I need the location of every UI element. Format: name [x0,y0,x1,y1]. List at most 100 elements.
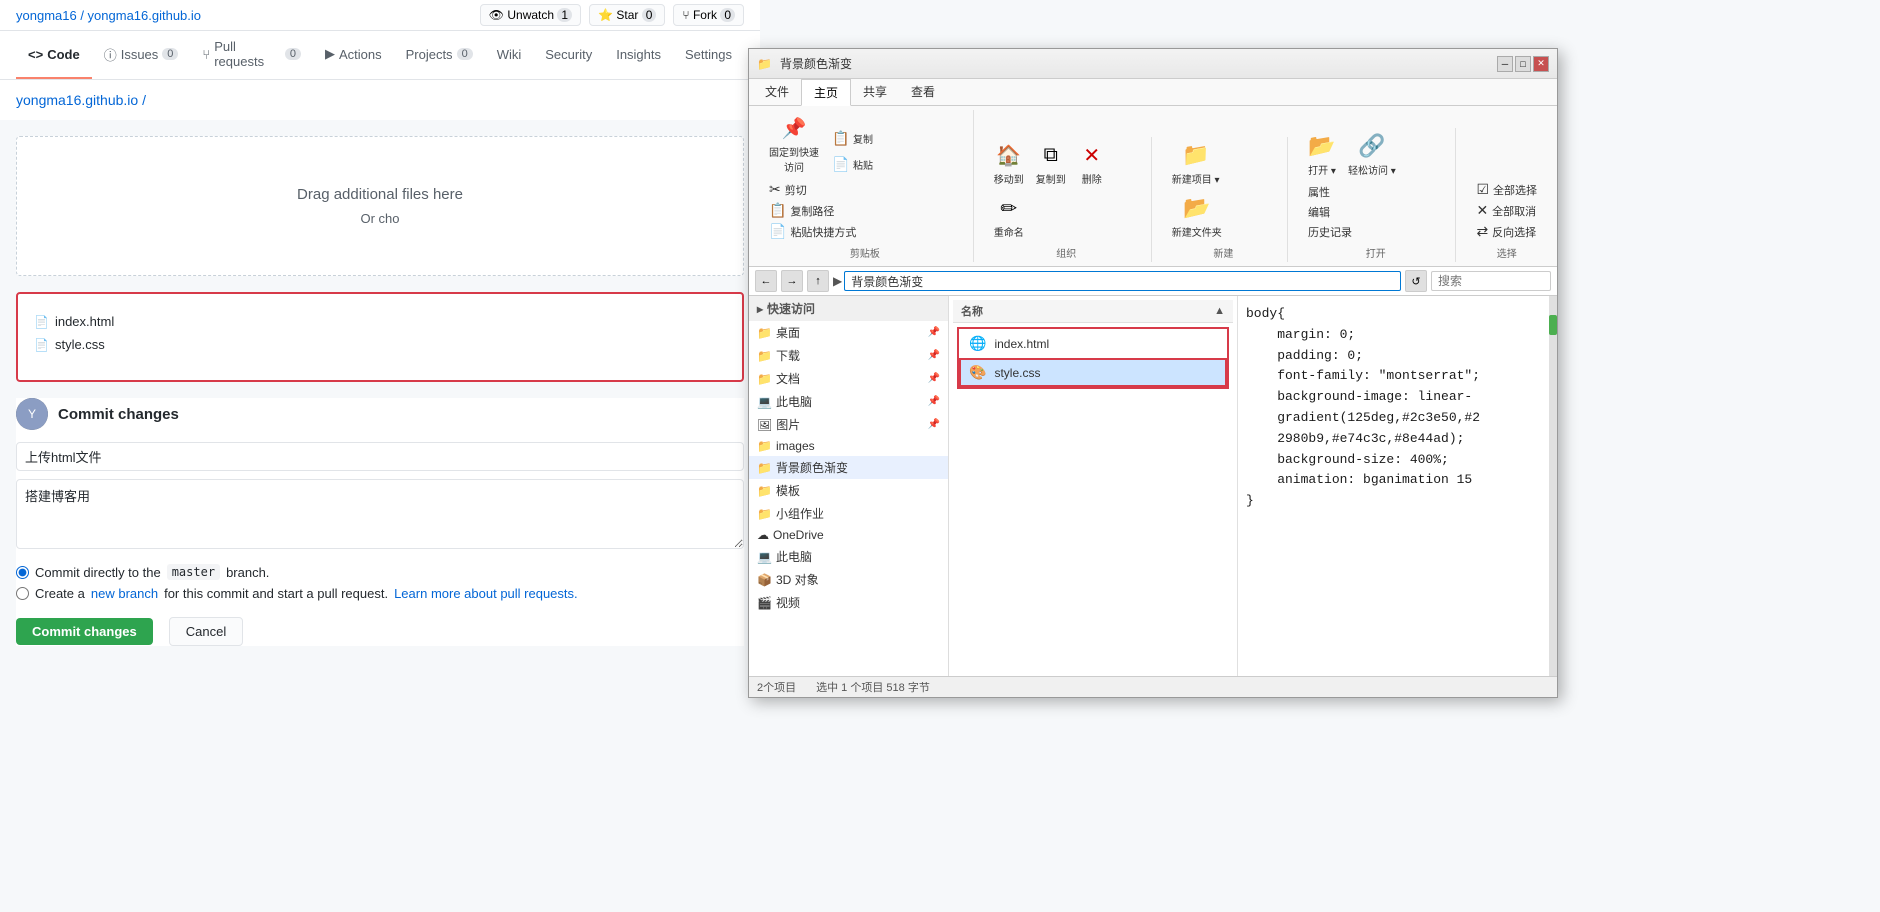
commit-changes-button[interactable]: Commit changes [16,618,153,645]
tab-security[interactable]: Security [533,31,604,79]
radio-branch-input[interactable] [16,587,29,600]
cut-btn[interactable]: ✂ 剪切 [765,180,860,199]
history-btn[interactable]: 历史记录 [1304,223,1356,241]
learn-more-link[interactable]: Learn more about pull requests. [394,586,578,601]
address-path-input[interactable] [844,271,1401,291]
ribbon-tab-view[interactable]: 查看 [899,79,947,105]
select-all-icon: ☑ [1476,181,1489,198]
delete-btn[interactable]: ✕ 删除 [1074,139,1110,188]
css-file-icon: 🎨 [969,364,986,381]
tab-projects[interactable]: Projects 0 [394,31,485,79]
tree-item-documents[interactable]: 📁 文档 📌 [749,367,948,390]
rename-icon: ✏ [995,194,1023,222]
up-button[interactable]: ↑ [807,270,829,292]
files-drop-box: 📄 index.html 📄 style.css [16,292,744,382]
select-all-btn[interactable]: ☑ 全部选择 [1472,180,1541,199]
pin-btn[interactable]: 📌 固定到快速访问 [765,112,823,176]
radio-direct-commit[interactable]: Commit directly to the master branch. [16,564,744,580]
properties-btn[interactable]: 属性 [1304,183,1356,201]
tree-item-images[interactable]: 📁 images [749,436,948,456]
file-item-index[interactable]: 🌐 index.html [959,329,1227,358]
tree-item-onedrive[interactable]: ☁ OneDrive [749,525,948,545]
tab-settings[interactable]: Settings [673,31,744,79]
pc-icon: 💻 [757,395,772,409]
tree-item-bgjy[interactable]: 📁 背景颜色渐变 [749,456,948,479]
edit-btn[interactable]: 编辑 [1304,203,1356,221]
commit-description-textarea[interactable]: 搭建博客用 [16,479,744,549]
paste-shortcut-btn[interactable]: 📄 粘贴快捷方式 [765,222,860,241]
radio-new-branch[interactable]: Create a new branch for this commit and … [16,586,744,601]
bgjy-folder-icon: 📁 [757,461,772,475]
tree-item-downloads[interactable]: 📁 下载 📌 [749,344,948,367]
cancel-button[interactable]: Cancel [169,617,243,646]
new-item-btn[interactable]: 📁 新建项目 ▾ [1168,139,1224,188]
tree-item-pictures[interactable]: 🖼 图片 📌 [749,413,948,436]
issues-icon: ⓘ [104,45,117,64]
ribbon-tab-home[interactable]: 主页 [801,79,851,106]
copy-to-btn[interactable]: ⧉ 复制到 [1032,139,1070,188]
ribbon-group-select: ☑ 全部选择 ✕ 全部取消 ⇄ 反向选择 选择 [1464,178,1549,262]
user-repo-link[interactable]: yongma16 / yongma16.github.io [16,8,201,23]
avatar: Y [16,398,48,430]
organize-label: 组织 [1056,245,1076,260]
quick-access-header[interactable]: ▸ 快速访问 [749,296,948,321]
explorer-title: 背景颜色渐变 [780,55,852,72]
close-button[interactable]: ✕ [1533,56,1549,72]
tree-item-thispc2[interactable]: 💻 此电脑 [749,545,948,568]
tab-issues[interactable]: ⓘ Issues 0 [92,31,191,79]
tree-item-thispc[interactable]: 💻 此电脑 📌 [749,390,948,413]
maximize-button[interactable]: □ [1515,56,1531,72]
unwatch-button[interactable]: 👁 Unwatch 1 [480,4,581,26]
star-button[interactable]: ⭐ Star 0 [589,4,665,26]
minimize-button[interactable]: ─ [1497,56,1513,72]
tab-insights[interactable]: Insights [604,31,673,79]
file-item-index-html: 📄 index.html [34,310,726,333]
tree-item-desktop[interactable]: 📁 桌面 📌 [749,321,948,344]
commit-header: Y Commit changes [16,398,744,430]
tab-code[interactable]: <> Code [16,31,92,79]
tree-item-template[interactable]: 📁 模板 [749,479,948,502]
file-list-header: 名称 ▲ [953,300,1233,323]
pin-indicator: 📌 [928,373,940,384]
new-folder-btn[interactable]: 📂 新建文件夹 [1168,192,1226,241]
rename-btn[interactable]: ✏ 重命名 [990,192,1028,241]
repo-link[interactable]: yongma16.github.io / [16,92,146,108]
move-btn[interactable]: 🏠 移动到 [990,139,1028,188]
tree-item-group[interactable]: 📁 小组作业 [749,502,948,525]
back-button[interactable]: ← [755,270,777,292]
tree-item-video[interactable]: 🎬 视频 [749,591,948,614]
title-left: 📁 背景颜色渐变 [757,55,852,72]
breadcrumb: yongma16.github.io / [0,80,760,120]
paste-btn[interactable]: 📄 粘贴 [827,152,877,176]
tab-pull-requests[interactable]: ⑂ Pull requests 0 [190,31,313,79]
invert-selection-btn[interactable]: ⇄ 反向选择 [1472,222,1541,241]
forward-button[interactable]: → [781,270,803,292]
desktop-folder-icon: 📁 [757,326,772,340]
upload-drop-zone[interactable]: Drag additional files here Or cho [16,136,744,276]
open-btn[interactable]: 📂 打开 ▾ [1304,130,1340,179]
commit-message-input[interactable] [16,442,744,471]
easy-access-icon: 🔗 [1358,132,1386,160]
easy-access-btn[interactable]: 🔗 轻松访问 ▾ [1344,130,1400,179]
file-item-style[interactable]: 🎨 style.css [959,358,1227,387]
copy-path-btn[interactable]: 📋 复制路径 [765,201,860,220]
ribbon-group-organize: 🏠 移动到 ⧉ 复制到 ✕ 删除 ✏ 重命名 [982,137,1152,262]
search-input[interactable] [1431,271,1551,291]
fork-button[interactable]: ⑂ Fork 0 [673,4,744,26]
refresh-button[interactable]: ↺ [1405,270,1427,292]
copy-btn[interactable]: 📋 复制 [827,126,877,150]
tab-actions[interactable]: ▶ Actions [313,31,394,79]
pin-indicator: 📌 [928,419,940,430]
tab-wiki[interactable]: Wiki [485,31,534,79]
ribbon-tab-share[interactable]: 共享 [851,79,899,105]
new-label: 新建 [1213,245,1233,260]
quick-access-section: ▸ 快速访问 📁 桌面 📌 📁 下载 📌 📁 文档 📌 [749,296,948,614]
github-page: yongma16 / yongma16.github.io 👁 Unwatch … [0,0,760,912]
deselect-all-btn[interactable]: ✕ 全部取消 [1472,201,1541,220]
new-branch-link[interactable]: new branch [91,586,158,601]
radio-direct-input[interactable] [16,566,29,579]
ribbon-tab-file[interactable]: 文件 [753,79,801,105]
commit-title: Commit changes [58,406,179,423]
tree-item-3d[interactable]: 📦 3D 对象 [749,568,948,591]
ribbon-tabs: 文件 主页 共享 查看 [749,79,1557,106]
